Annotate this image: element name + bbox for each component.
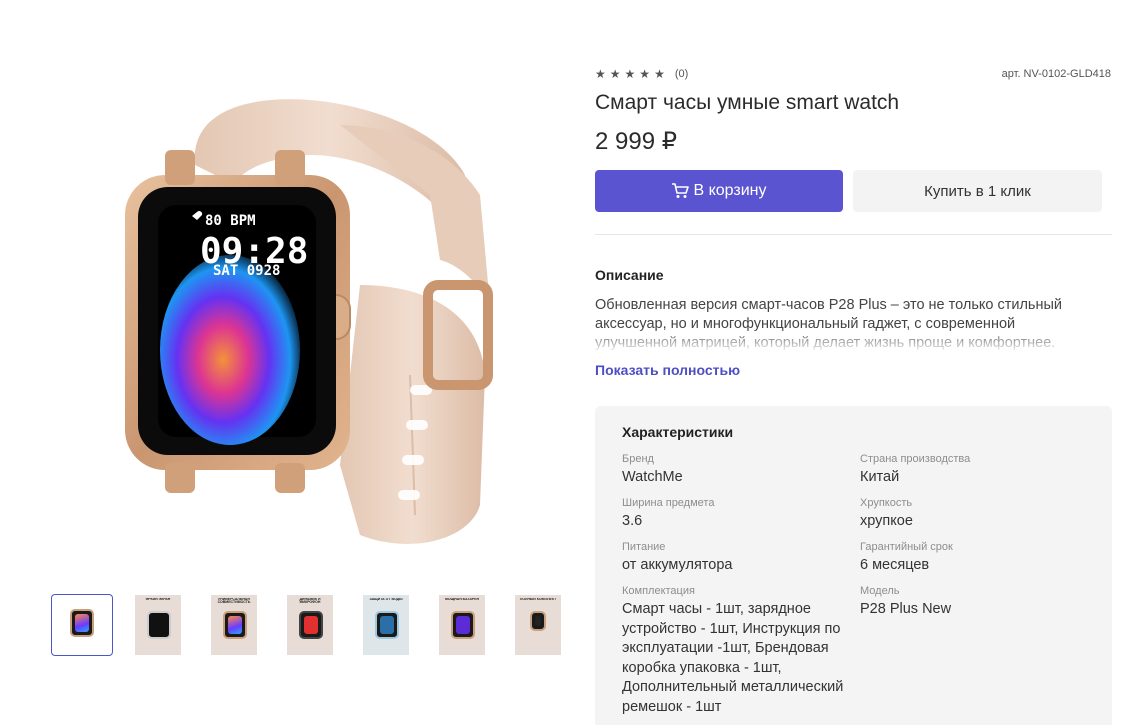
star-icon: ★ xyxy=(654,67,665,81)
spec-item: Бренд WatchMe xyxy=(622,453,852,488)
product-sku: арт. NV-0102-GLD418 xyxy=(1001,68,1111,80)
spec-value: хрупкое xyxy=(860,513,913,529)
specs-title: Характеристики xyxy=(622,424,734,440)
description-title: Описание xyxy=(595,267,664,283)
spec-item: Комплектация Смарт часы - 1шт, зарядное … xyxy=(622,585,850,717)
spec-item: Модель P28 Plus New xyxy=(860,585,1090,620)
description-fade xyxy=(595,330,1095,352)
product-price: 2 999 ₽ xyxy=(595,128,677,155)
thumbnail-strip: ЯРКИЙ ЭКРАН УНИВЕРСАЛЬНАЯ СОВМЕСТИМОСТЬ … xyxy=(51,594,583,656)
strap-hole xyxy=(406,420,428,430)
product-rating[interactable]: ★ ★ ★ ★ ★ (0) xyxy=(595,67,688,81)
star-icon: ★ xyxy=(639,67,651,81)
smartwatch-image: 80 BPM 09:28 SAT 0928 xyxy=(125,99,493,544)
strap-hole xyxy=(402,455,424,465)
watch-bpm: 80 BPM xyxy=(205,213,256,229)
thumbnail[interactable]: ЗАЩИТА ОТ ВОДЫ xyxy=(355,594,417,656)
spec-label: Хрупкость xyxy=(860,497,913,509)
thumbnail[interactable]: МОЩНАЯ БАТАРЕЯ xyxy=(431,594,493,656)
spec-value: 3.6 xyxy=(622,513,643,529)
spec-label: Ширина предмета xyxy=(622,497,715,509)
thumbnail[interactable]: УНИВЕРСАЛЬНАЯ СОВМЕСТИМОСТЬ xyxy=(203,594,265,656)
spec-label: Модель xyxy=(860,585,900,597)
add-to-cart-label: В корзину xyxy=(693,182,767,199)
thumbnail-caption: ДИНАМИК И МИКРОФОН xyxy=(299,598,321,604)
spec-label: Бренд xyxy=(622,453,654,465)
divider xyxy=(595,234,1112,235)
spec-item: Хрупкость хрупкое xyxy=(860,497,1090,532)
spec-item: Питание от аккумулятора xyxy=(622,541,852,576)
spec-label: Питание xyxy=(622,541,666,553)
spec-value: WatchMe xyxy=(622,469,683,485)
spec-label: Гарантийный срок xyxy=(860,541,953,553)
star-icon: ★ xyxy=(595,67,606,81)
spec-item: Ширина предмета 3.6 xyxy=(622,497,852,532)
product-main-image[interactable]: 80 BPM 09:28 SAT 0928 xyxy=(110,85,510,560)
thumbnail[interactable]: ДИНАМИК И МИКРОФОН xyxy=(279,594,341,656)
star-icon: ★ xyxy=(609,67,621,81)
thumbnail-caption: ЗАЩИТА ОТ ВОДЫ xyxy=(369,598,403,601)
thumbnail[interactable]: ЯРКИЙ ЭКРАН xyxy=(127,594,189,656)
thumbnail-caption: УНИВЕРСАЛЬНАЯ СОВМЕСТИМОСТЬ xyxy=(217,598,251,604)
spec-item: Гарантийный срок 6 месяцев xyxy=(860,541,1090,576)
spec-value: 6 месяцев xyxy=(860,557,930,573)
spec-label: Страна производства xyxy=(860,453,971,465)
product-title: Смарт часы умные smart watch xyxy=(595,91,900,114)
specs-panel: Характеристики Бренд WatchMe Страна прои… xyxy=(595,406,1112,725)
thumbnail[interactable] xyxy=(51,594,113,656)
rating-count: (0) xyxy=(674,68,689,80)
spec-label: Комплектация xyxy=(622,585,695,597)
show-more-link[interactable]: Показать полностью xyxy=(595,362,740,378)
spec-value: Китай xyxy=(860,469,900,485)
spec-value: P28 Plus New xyxy=(860,601,952,617)
thumbnail-caption: МОЩНАЯ БАТАРЕЯ xyxy=(444,598,480,601)
star-icon: ★ xyxy=(624,67,636,81)
watch-date: SAT 0928 xyxy=(213,263,280,279)
spec-value: Смарт часы - 1шт, зарядное устройство - … xyxy=(622,601,844,715)
thumbnail-caption: ЯРКИЙ ЭКРАН xyxy=(145,598,171,601)
add-to-cart-button[interactable]: В корзину xyxy=(595,170,843,212)
thumbnail-caption: ПОЛНЫЙ КОМПЛЕКТ xyxy=(519,598,557,601)
strap-hole xyxy=(398,490,420,500)
spec-value: от аккумулятора xyxy=(622,557,733,573)
cart-icon xyxy=(672,183,690,198)
buy-one-click-button[interactable]: Купить в 1 клик xyxy=(853,170,1102,212)
thumbnail[interactable]: ПОЛНЫЙ КОМПЛЕКТ xyxy=(507,594,569,656)
spec-item: Страна производства Китай xyxy=(860,453,1090,488)
